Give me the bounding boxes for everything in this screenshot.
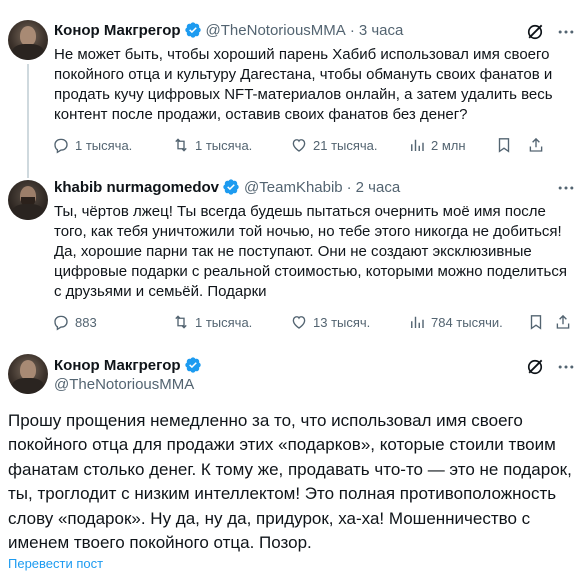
reply-count: 1 тысяча. <box>75 137 133 153</box>
repost-count: 1 тысяча. <box>195 314 253 330</box>
tweet-text: Прошу прощения немедленно за то, что исп… <box>8 411 572 553</box>
verified-badge-icon <box>184 22 201 38</box>
timestamp[interactable]: 2 часа <box>356 179 401 196</box>
like-count: 13 тысяч. <box>313 314 371 330</box>
avatar[interactable] <box>8 20 48 60</box>
tweet-actions: 1 тысяча. 1 тысяча. 21 тысяча. 2 млн <box>52 136 578 156</box>
thread-line <box>27 170 29 178</box>
verified-badge-icon <box>223 179 239 195</box>
reply-button[interactable]: 1 тысяча. <box>52 136 132 154</box>
bookmark-icon[interactable] <box>495 136 513 154</box>
repost-icon <box>175 315 187 329</box>
reply-button[interactable]: 883 <box>52 313 97 331</box>
bookmark-icon[interactable] <box>527 313 545 331</box>
like-button[interactable]: 21 тысяча. <box>290 136 378 154</box>
reply-count: 883 <box>75 314 97 330</box>
tweet-header: khabib nurmagomedov @TeamKhabib · 2 часа <box>54 178 400 196</box>
reply-icon <box>54 138 68 154</box>
tweet-header: Конор Макгрегор @TheNotoriousMMA · 3 час… <box>54 21 403 39</box>
author-name[interactable]: Конор Макгрегор <box>54 22 181 39</box>
author-handle[interactable]: @TeamKhabib <box>244 179 343 196</box>
views-count: 784 тысячи. <box>431 314 503 330</box>
repost-button[interactable]: 1 тысяча. <box>172 313 252 331</box>
views-count: 2 млн <box>431 137 466 153</box>
tweet-3-focused: Конор Макгрегор @TheNotoriousMMA Прошу п… <box>0 342 586 582</box>
share-icon[interactable] <box>554 313 572 331</box>
like-count: 21 тысяча. <box>313 137 378 153</box>
tweet-2[interactable]: khabib nurmagomedov @TeamKhabib · 2 часа… <box>0 170 586 342</box>
views-button[interactable]: 2 млн <box>408 136 466 154</box>
views-icon <box>411 316 424 328</box>
author-handle-row: @TheNotoriousMMA <box>54 376 194 393</box>
avatar[interactable] <box>8 354 48 394</box>
author-handle[interactable]: @TheNotoriousMMA <box>54 376 194 393</box>
grok-icon[interactable] <box>525 357 545 377</box>
timestamp[interactable]: 3 часа <box>359 22 404 39</box>
reply-icon <box>54 315 68 331</box>
views-icon <box>411 139 424 151</box>
like-icon <box>292 139 306 152</box>
separator-dot: · <box>346 178 352 196</box>
avatar[interactable] <box>8 180 48 220</box>
author-handle[interactable]: @TheNotoriousMMA <box>206 22 346 39</box>
translate-post-link[interactable]: Перевести пост <box>8 556 103 571</box>
tweet-header: Конор Макгрегор <box>54 356 206 374</box>
repost-icon <box>175 138 187 152</box>
thread-line <box>27 64 29 172</box>
separator-dot: · <box>349 21 355 39</box>
share-icon[interactable] <box>527 136 545 154</box>
grok-icon[interactable] <box>525 22 545 42</box>
like-icon <box>292 316 306 329</box>
author-name[interactable]: khabib nurmagomedov <box>54 179 219 196</box>
more-icon[interactable] <box>556 22 576 42</box>
verified-badge-icon <box>184 357 201 373</box>
more-icon[interactable] <box>556 357 576 377</box>
tweet-text: Не может быть, чтобы хороший парень Хаби… <box>54 46 553 123</box>
like-button[interactable]: 13 тысяч. <box>290 313 370 331</box>
tweet-1[interactable]: Конор Макгрегор @TheNotoriousMMA · 3 час… <box>0 0 586 172</box>
repost-button[interactable]: 1 тысяча. <box>172 136 252 154</box>
tweet-actions: 883 1 тысяча. 13 тысяч. 784 тысячи. <box>52 313 578 333</box>
more-icon[interactable] <box>556 178 576 198</box>
tweet-text: Ты, чёртов лжец! Ты всегда будешь пытать… <box>54 203 567 300</box>
author-name[interactable]: Конор Макгрегор <box>54 357 181 374</box>
repost-count: 1 тысяча. <box>195 137 253 153</box>
views-button[interactable]: 784 тысячи. <box>408 313 503 331</box>
